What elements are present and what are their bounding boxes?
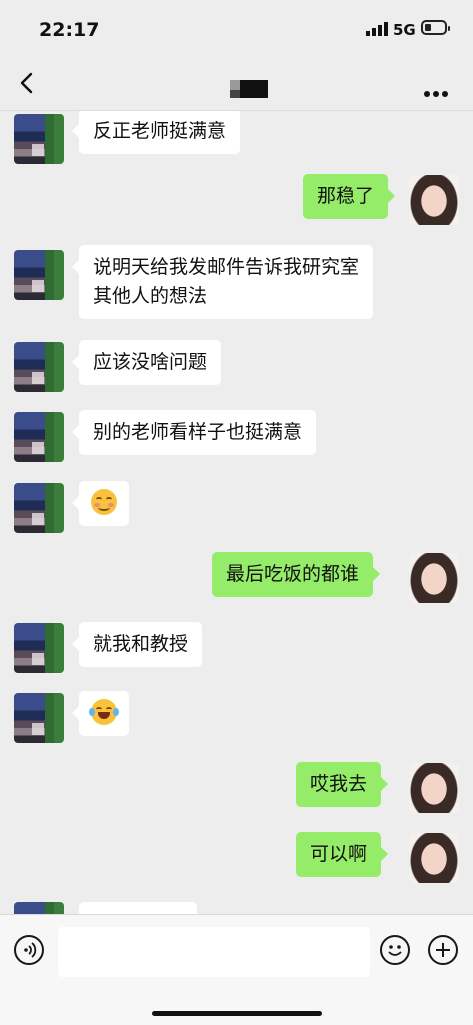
- plus-icon[interactable]: [428, 935, 458, 965]
- message-list[interactable]: 反正老师挺满意 那稳了 说明天给我发邮件告诉我研究室 其他人的想法 应该没啥问题…: [0, 111, 473, 914]
- message-bubble-outgoing[interactable]: 哎我去: [296, 762, 389, 807]
- network-type: 5G: [393, 21, 416, 39]
- message-bubble-outgoing[interactable]: 最后吃饭的都谁: [212, 552, 381, 597]
- input-bar: [0, 914, 473, 1025]
- blushing-smile-emoji: [91, 489, 117, 515]
- my-avatar[interactable]: [409, 553, 459, 603]
- signal-icon: [366, 22, 388, 36]
- my-avatar[interactable]: [409, 763, 459, 813]
- contact-avatar[interactable]: [14, 250, 64, 300]
- contact-avatar[interactable]: [14, 623, 64, 673]
- my-avatar[interactable]: [409, 833, 459, 883]
- message-bubble-incoming[interactable]: 反正老师挺满意: [71, 111, 241, 154]
- status-bar: 22:17 5G: [0, 0, 473, 58]
- message-bubble-incoming[interactable]: [72, 691, 129, 736]
- message-bubble-incoming[interactable]: 别的老师看样子也挺满意: [71, 410, 317, 455]
- message-bubble-incoming[interactable]: 说明天给我发邮件告诉我研究室 其他人的想法: [71, 245, 374, 319]
- my-avatar[interactable]: [409, 175, 459, 225]
- contact-avatar[interactable]: [14, 114, 64, 164]
- contact-avatar[interactable]: [14, 693, 64, 743]
- contact-avatar[interactable]: [14, 483, 64, 533]
- chat-header: [0, 58, 473, 111]
- chevron-left-icon[interactable]: [14, 69, 42, 97]
- home-indicator[interactable]: [152, 1011, 322, 1016]
- more-dots-icon[interactable]: [424, 82, 454, 97]
- message-bubble-outgoing[interactable]: 可以啊: [296, 832, 389, 877]
- chat-title-redacted: [230, 80, 268, 98]
- message-bubble-outgoing[interactable]: 那稳了: [303, 174, 396, 219]
- battery-icon: [421, 20, 450, 35]
- contact-avatar[interactable]: [14, 902, 64, 914]
- message-bubble-incoming[interactable]: 应该没啥问题: [71, 340, 222, 385]
- message-input[interactable]: [58, 927, 370, 977]
- contact-avatar[interactable]: [14, 342, 64, 392]
- voice-icon[interactable]: [14, 935, 44, 965]
- message-bubble-incoming[interactable]: [72, 481, 129, 526]
- status-time: 22:17: [39, 19, 100, 41]
- message-line: 说明天给我发邮件告诉我研究室: [93, 256, 360, 278]
- message-line: 其他人的想法: [93, 285, 208, 307]
- laughing-tears-emoji: [89, 699, 119, 725]
- message-bubble-incoming[interactable]: 就我和教授: [71, 622, 203, 667]
- contact-avatar[interactable]: [14, 412, 64, 462]
- emoji-icon[interactable]: [380, 935, 410, 965]
- message-bubble-incoming[interactable]: [79, 902, 197, 914]
